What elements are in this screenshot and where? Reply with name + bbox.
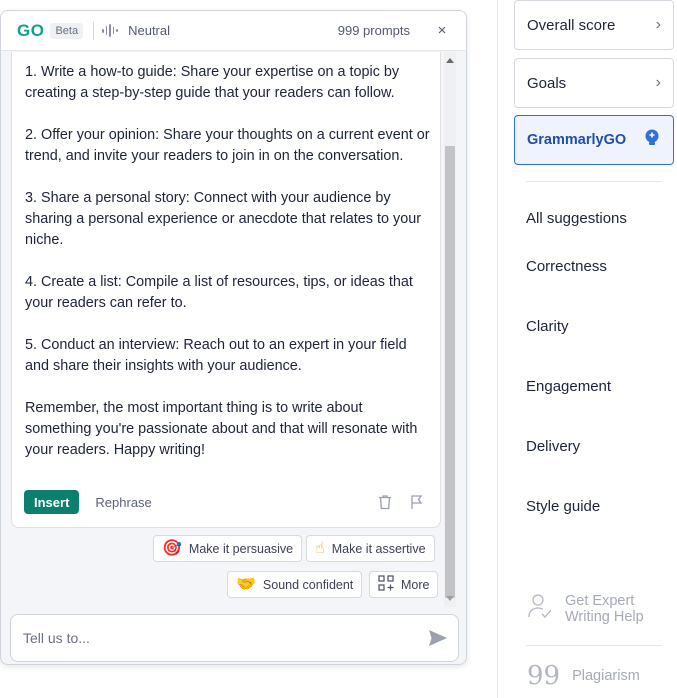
rephrase-button[interactable]: Rephrase xyxy=(95,495,151,510)
header-divider xyxy=(93,21,95,40)
goals-button[interactable]: Goals › xyxy=(514,58,674,108)
response-card: 1. Write a how-to guide: Share your expe… xyxy=(11,52,441,528)
sidebar-item-style-guide[interactable]: Style guide xyxy=(526,498,600,515)
sidebar-item-delivery[interactable]: Delivery xyxy=(526,438,580,455)
expert-person-icon xyxy=(527,592,553,625)
goals-label: Goals xyxy=(527,74,567,92)
overall-score-label: Overall score xyxy=(527,16,616,34)
chevron-right-icon: › xyxy=(655,16,661,33)
page-divider xyxy=(497,0,498,698)
tone-label[interactable]: Neutral xyxy=(128,23,170,38)
sidebar-item-correctness[interactable]: Correctness xyxy=(526,258,607,275)
make-assertive-chip[interactable]: ☝ Make it assertive xyxy=(306,535,435,562)
response-actions: Insert Rephrase xyxy=(24,489,429,515)
grammarlygo-button[interactable]: GrammarlyGO xyxy=(514,115,674,165)
chip-label: More xyxy=(401,577,430,592)
response-paragraph: 5. Conduct an interview: Reach out to an… xyxy=(25,337,407,374)
grammarlygo-panel: GO Beta Neutral 999 prompts × 1. Write a… xyxy=(0,10,467,665)
scrollbar[interactable] xyxy=(444,52,456,607)
handshake-icon: 🤝 xyxy=(236,575,256,593)
sidebar-divider xyxy=(526,645,662,646)
chip-label: Make it persuasive xyxy=(188,541,294,556)
response-paragraph: 4. Create a list: Compile a list of reso… xyxy=(25,274,413,311)
plagiarism-label: Plagiarism xyxy=(572,668,640,684)
chip-label: Sound confident xyxy=(262,577,354,592)
chip-label: Make it assertive xyxy=(331,541,426,556)
grammarlygo-label: GrammarlyGO xyxy=(527,132,627,148)
lightbulb-icon xyxy=(643,128,661,152)
close-icon[interactable]: × xyxy=(424,13,460,49)
prompt-input-box xyxy=(10,614,459,662)
expert-help-link[interactable]: Get Expert Writing Help xyxy=(527,592,655,625)
prompt-input[interactable] xyxy=(11,615,418,661)
more-chip[interactable]: More xyxy=(369,571,439,598)
response-text: 1. Write a how-to guide: Share your expe… xyxy=(25,62,430,482)
beta-badge: Beta xyxy=(50,22,84,39)
sidebar-divider xyxy=(526,181,662,182)
flag-icon[interactable] xyxy=(405,490,429,514)
scroll-down-arrow[interactable] xyxy=(446,596,454,601)
quote-icon: 99 xyxy=(527,661,561,691)
scroll-up-arrow[interactable] xyxy=(446,58,454,63)
sidebar-item-all-suggestions[interactable]: All suggestions xyxy=(526,210,627,227)
voice-wave-icon[interactable] xyxy=(102,24,119,38)
pointing-hand-icon: ☝ xyxy=(315,539,325,557)
target-icon: 🎯 xyxy=(162,539,182,557)
panel-header: GO Beta Neutral 999 prompts × xyxy=(1,11,466,51)
expert-help-label: Get Expert Writing Help xyxy=(565,592,644,625)
sidebar-item-clarity[interactable]: Clarity xyxy=(526,318,569,335)
scroll-thumb[interactable] xyxy=(445,146,455,598)
trash-icon[interactable] xyxy=(373,490,397,514)
response-paragraph: 3. Share a personal story: Connect with … xyxy=(25,190,421,248)
prompts-count: 999 prompts xyxy=(337,23,410,38)
response-scroll-area[interactable]: 1. Write a how-to guide: Share your expe… xyxy=(1,52,466,607)
sound-confident-chip[interactable]: 🤝 Sound confident xyxy=(227,571,363,598)
insert-button[interactable]: Insert xyxy=(24,490,80,514)
send-icon[interactable] xyxy=(418,618,458,658)
response-paragraph: 2. Offer your opinion: Share your though… xyxy=(25,127,430,164)
sidebar-item-engagement[interactable]: Engagement xyxy=(526,378,611,395)
chevron-right-icon: › xyxy=(655,74,661,91)
make-persuasive-chip[interactable]: 🎯 Make it persuasive xyxy=(153,535,303,562)
response-paragraph: Remember, the most important thing is to… xyxy=(25,400,418,458)
overall-score-button[interactable]: Overall score › xyxy=(514,0,674,50)
go-logo: GO xyxy=(17,20,45,40)
plagiarism-link[interactable]: 99 Plagiarism xyxy=(527,661,640,691)
response-paragraph: 1. Write a how-to guide: Share your expe… xyxy=(25,64,400,101)
grid-plus-icon xyxy=(378,574,394,595)
